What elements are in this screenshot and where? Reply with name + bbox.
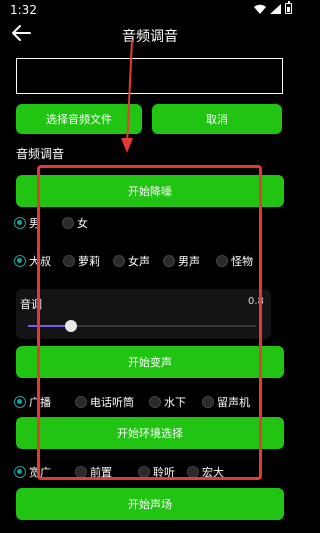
page-title: 音频调音: [122, 29, 178, 45]
radio-selected-icon[interactable]: [14, 217, 26, 229]
status-icons: [254, 1, 292, 14]
radio-selected-icon[interactable]: [14, 396, 26, 408]
annotation-highlight-box: [37, 165, 262, 480]
wifi-icon: [254, 4, 266, 14]
status-time: 1:32: [10, 3, 37, 17]
radio-selected-icon[interactable]: [14, 255, 26, 267]
audio-file-field[interactable]: [16, 58, 283, 94]
cancel-button[interactable]: 取消: [152, 104, 282, 134]
battery-icon: [285, 1, 292, 14]
status-bar: 1:32: [0, 0, 300, 20]
start-sound-field-button[interactable]: 开始声场: [16, 488, 284, 520]
signal-icon: [270, 3, 281, 14]
radio-selected-icon[interactable]: [14, 466, 26, 478]
choose-audio-file-button[interactable]: 选择音频文件: [16, 104, 142, 134]
section-title: 音频调音: [16, 147, 65, 161]
